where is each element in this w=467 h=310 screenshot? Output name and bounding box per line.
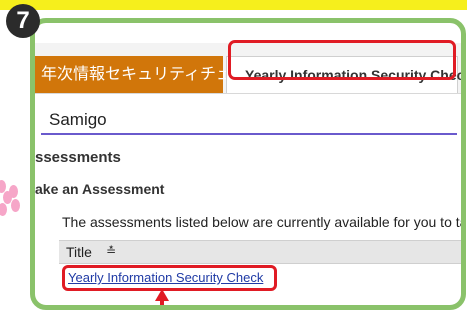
tool-title: Samigo — [49, 110, 107, 129]
screenshot-frame: 年次情報セキュリティチェック Yearly Information Securi… — [30, 18, 466, 310]
top-banner-strip — [0, 0, 467, 10]
section-title: ssessments — [35, 149, 121, 166]
tab-site-japanese[interactable]: 年次情報セキュリティチェック — [35, 56, 264, 93]
table-header: Title ≛ — [59, 240, 461, 264]
link-highlight-box — [62, 265, 277, 291]
tab-highlight-box — [228, 40, 456, 80]
title-divider — [41, 133, 457, 135]
column-header-title[interactable]: Title — [66, 244, 92, 260]
subsection-title: ake an Assessment — [35, 181, 165, 197]
arrow-shaft — [160, 299, 164, 305]
sort-icon[interactable]: ≛ — [106, 244, 116, 258]
step-number-badge: 7 — [6, 4, 40, 38]
intro-text: The assessments listed below are current… — [62, 214, 466, 230]
